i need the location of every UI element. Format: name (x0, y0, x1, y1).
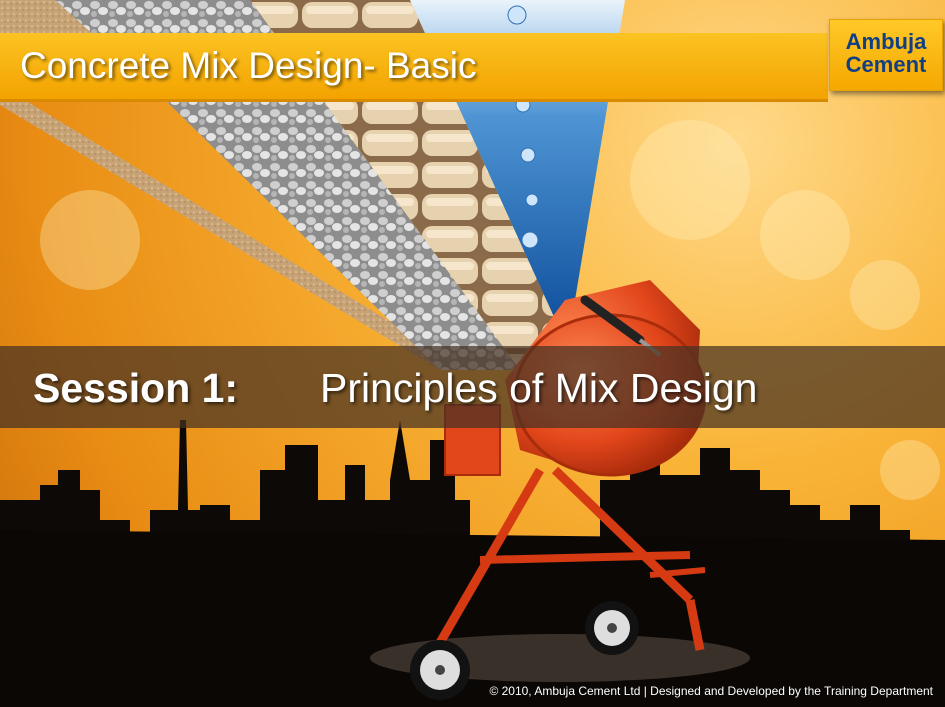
slide: Concrete Mix Design- Basic Ambuja Cement… (0, 0, 945, 707)
logo-line-1: Ambuja (845, 29, 927, 54)
ground (0, 530, 945, 707)
copyright-footer: © 2010, Ambuja Cement Ltd | Designed and… (489, 684, 933, 698)
title-bar: Concrete Mix Design- Basic (0, 33, 828, 102)
brand-logo: Ambuja Cement (829, 19, 943, 91)
session-banner: Session 1: Principles of Mix Design (0, 346, 945, 428)
page-title: Concrete Mix Design- Basic (20, 45, 477, 86)
session-label: Session 1: (33, 365, 239, 411)
logo-line-2: Cement (845, 52, 927, 77)
session-title: Principles of Mix Design (320, 365, 758, 411)
